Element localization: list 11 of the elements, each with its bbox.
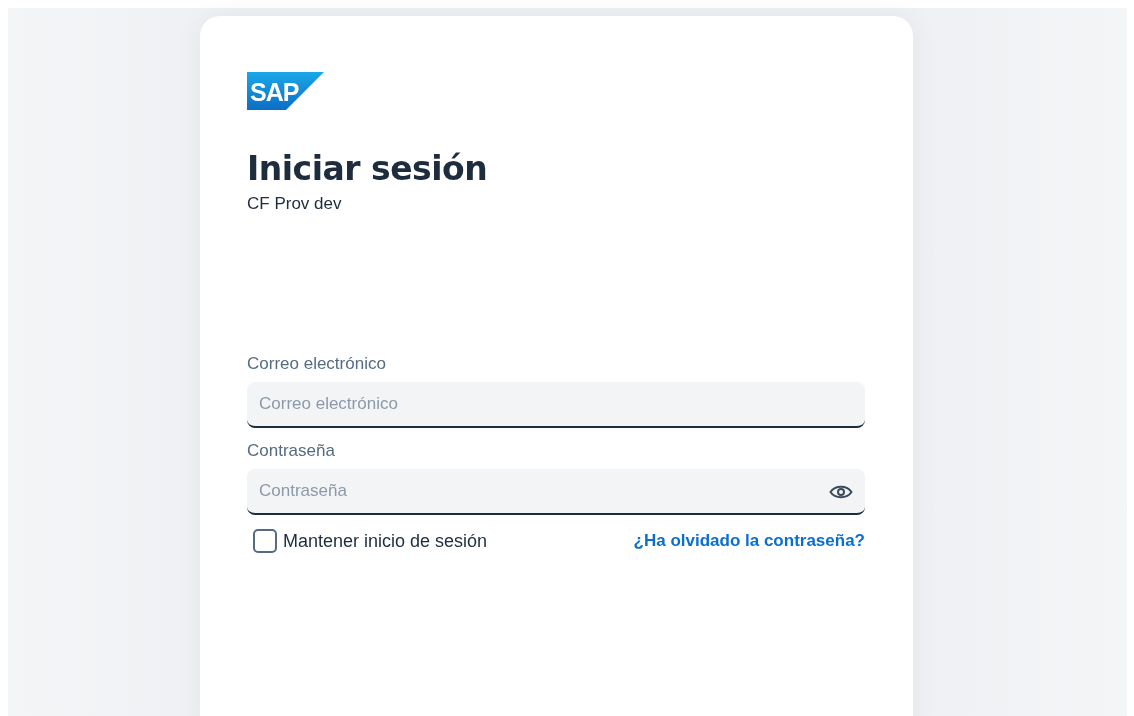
forgot-password-link[interactable]: ¿Ha olvidado la contraseña?: [633, 531, 865, 551]
field-label: Contraseña: [247, 441, 336, 461]
checkbox[interactable]: [253, 529, 277, 553]
field-label: Correo electrónico: [247, 354, 387, 374]
eye-icon[interactable]: [829, 484, 853, 500]
sap-logo: SAP: [247, 72, 324, 110]
email-field[interactable]: Correo electrónico: [247, 382, 865, 428]
page-title: Iniciar sesión: [247, 150, 489, 188]
checkbox-label: Mantener inicio de sesión: [283, 530, 488, 552]
subtitle: CF Prov dev: [247, 194, 343, 214]
password-field[interactable]: Contraseña: [247, 469, 865, 515]
